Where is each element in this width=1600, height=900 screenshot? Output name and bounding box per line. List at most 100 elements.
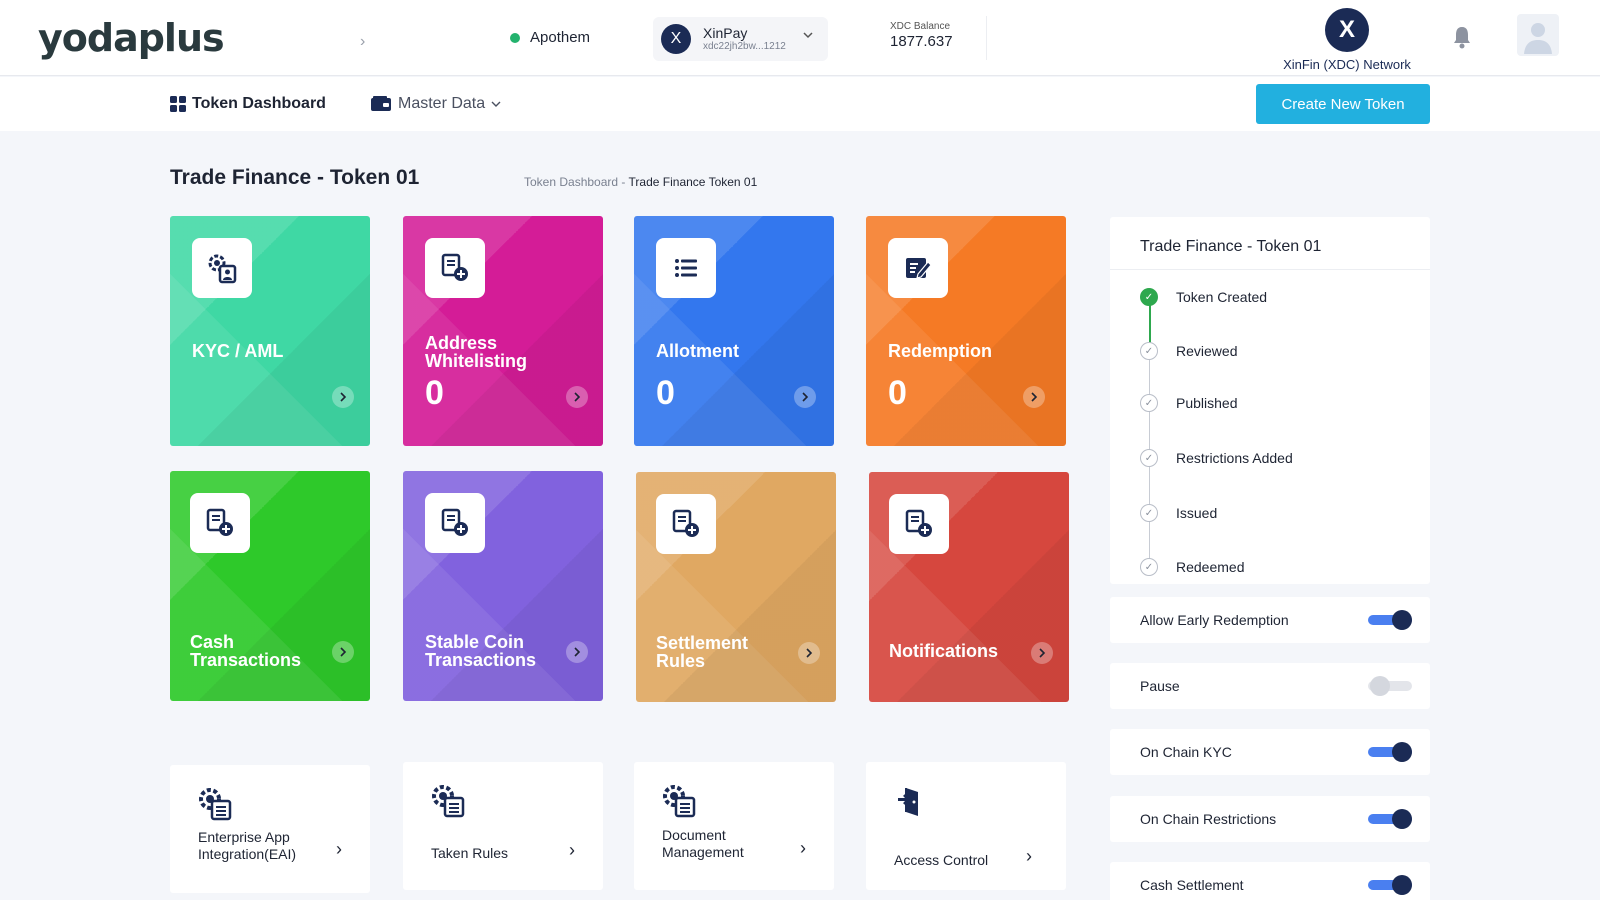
tile-label: Settlement Rules: [656, 633, 749, 671]
switch-knob: [1392, 742, 1412, 762]
card-label: Access Control: [894, 852, 989, 868]
tile-redemption[interactable]: Redemption 0: [866, 216, 1066, 446]
xdc-balance: XDC Balance 1877.637: [890, 21, 953, 51]
toggle-label: On Chain Restrictions: [1140, 811, 1277, 827]
balance-label: XDC Balance: [890, 21, 951, 32]
document-add-icon: [425, 238, 485, 298]
toggle-label: Allow Early Redemption: [1140, 612, 1289, 628]
wallet-selector[interactable]: X XinPay xdc22jh2bw...1212: [653, 17, 828, 61]
network-label: XinFin (XDC) Network: [1283, 57, 1411, 72]
switch-knob: [1392, 610, 1412, 630]
chevron-right-icon[interactable]: [794, 386, 816, 408]
tile-label: Stable Coin Transactions: [425, 632, 537, 670]
tile-stable-coin-transactions[interactable]: Stable Coin Transactions: [403, 471, 603, 701]
status-step-restrictions-added: ✓ Restrictions Added: [1140, 449, 1293, 467]
tile-cash-transactions[interactable]: Cash Transactions: [170, 471, 370, 701]
check-icon: ✓: [1140, 558, 1158, 576]
tile-count: 0: [425, 374, 444, 412]
chevron-right-icon[interactable]: [798, 642, 820, 664]
chevron-right-icon[interactable]: [332, 641, 354, 663]
step-label: Issued: [1176, 505, 1218, 521]
chevron-right-icon[interactable]: [566, 386, 588, 408]
toggle-cash-settlement: Cash Settlement: [1110, 862, 1430, 900]
tile-settlement-rules[interactable]: Settlement Rules: [636, 472, 836, 702]
breadcrumb: Token Dashboard - Trade Finance Token 01: [524, 175, 757, 189]
tile-kyc-aml[interactable]: KYC / AML: [170, 216, 370, 446]
status-title: Trade Finance - Token 01: [1140, 238, 1322, 255]
tab-label: Token Dashboard: [192, 95, 326, 112]
yodaplus-logo[interactable]: yodaplus: [38, 16, 225, 60]
network-selector[interactable]: X XinFin (XDC) Network: [1272, 8, 1422, 72]
tile-label: Redemption: [888, 341, 993, 361]
gear-document-icon: [432, 785, 465, 818]
tile-label: Address Whitelisting: [425, 333, 527, 371]
switch-knob: [1392, 809, 1412, 829]
wallet-name: XinPay: [703, 24, 748, 41]
check-icon: ✓: [1140, 342, 1158, 360]
status-step-reviewed: ✓ Reviewed: [1140, 342, 1237, 360]
chevron-right-icon[interactable]: ›: [1026, 846, 1032, 867]
step-label: Restrictions Added: [1176, 450, 1293, 466]
chevron-right-icon[interactable]: [332, 386, 354, 408]
edit-document-icon: [888, 238, 948, 298]
gear-document-icon: [199, 788, 232, 821]
xinpay-avatar: X: [661, 24, 691, 54]
card-enterprise-app-integration[interactable]: Enterprise App Integration(EAI) ›: [170, 765, 370, 893]
tile-label: Allotment: [656, 341, 739, 361]
nav-bar: Token Dashboard Master Data Create New T…: [0, 77, 1600, 131]
chevron-right-icon[interactable]: ›: [336, 839, 342, 860]
header-divider: [986, 16, 987, 60]
status-step-issued: ✓ Issued: [1140, 504, 1217, 522]
breadcrumb-separator: -: [621, 175, 626, 189]
toggle-label: Cash Settlement: [1140, 877, 1244, 893]
chevron-right-icon[interactable]: [1023, 386, 1045, 408]
tile-count: 0: [888, 374, 907, 412]
cash-settlement-switch[interactable]: [1368, 875, 1412, 895]
tile-label: Notifications: [889, 641, 999, 661]
card-token-rules[interactable]: Taken Rules ›: [403, 762, 603, 890]
create-new-token-button[interactable]: Create New Token: [1256, 84, 1430, 124]
card-label: Taken Rules: [431, 845, 509, 861]
breadcrumb-parent[interactable]: Token Dashboard: [524, 175, 618, 189]
toggle-on-chain-restrictions: On Chain Restrictions: [1110, 796, 1430, 842]
status-step-token-created: ✓ Token Created: [1140, 288, 1267, 306]
wallet-address: xdc22jh2bw...1212: [703, 41, 786, 53]
on-chain-kyc-switch[interactable]: [1368, 742, 1412, 762]
tile-label: Cash Transactions: [190, 632, 302, 670]
chevron-right-icon[interactable]: ›: [360, 33, 365, 51]
check-icon: ✓: [1140, 394, 1158, 412]
tile-allotment[interactable]: Allotment 0: [634, 216, 834, 446]
wallet-card-icon: [371, 96, 391, 111]
on-chain-restrictions-switch[interactable]: [1368, 809, 1412, 829]
bell-icon[interactable]: [1451, 24, 1473, 50]
tile-label: KYC / AML: [192, 341, 284, 361]
token-status-card: Trade Finance - Token 01 ✓ Token Created…: [1110, 217, 1430, 584]
tab-master-data[interactable]: Master Data: [370, 95, 501, 113]
tile-address-whitelisting[interactable]: Address Whitelisting 0: [403, 216, 603, 446]
step-label: Token Created: [1176, 289, 1268, 305]
balance-value: 1877.637: [890, 33, 953, 50]
toggle-allow-early-redemption: Allow Early Redemption: [1110, 597, 1430, 643]
chevron-right-icon[interactable]: [1031, 642, 1053, 664]
tab-label: Master Data: [398, 95, 486, 112]
page-title: Trade Finance - Token 01: [170, 166, 420, 189]
card-access-control[interactable]: Access Control ›: [866, 762, 1066, 890]
switch-knob: [1370, 676, 1390, 696]
allow-early-redemption-switch[interactable]: [1368, 610, 1412, 630]
card-label: Enterprise App Integration(EAI): [198, 829, 297, 862]
step-label: Reviewed: [1176, 343, 1238, 359]
breadcrumb-current: Trade Finance Token 01: [628, 175, 758, 189]
card-document-management[interactable]: Document Management ›: [634, 762, 834, 890]
dashboard-icon: [170, 96, 186, 112]
toggle-label: Pause: [1140, 678, 1180, 694]
pause-switch[interactable]: [1368, 676, 1412, 696]
document-add-icon: [425, 493, 485, 553]
chevron-right-icon[interactable]: ›: [800, 838, 806, 859]
tile-notifications[interactable]: Notifications: [869, 472, 1069, 702]
chevron-right-icon[interactable]: ›: [569, 840, 575, 861]
chevron-down-icon[interactable]: [802, 29, 814, 41]
chevron-right-icon[interactable]: [566, 641, 588, 663]
check-icon: ✓: [1140, 449, 1158, 467]
user-avatar-icon[interactable]: [1517, 14, 1559, 56]
tab-token-dashboard[interactable]: Token Dashboard: [170, 95, 326, 113]
